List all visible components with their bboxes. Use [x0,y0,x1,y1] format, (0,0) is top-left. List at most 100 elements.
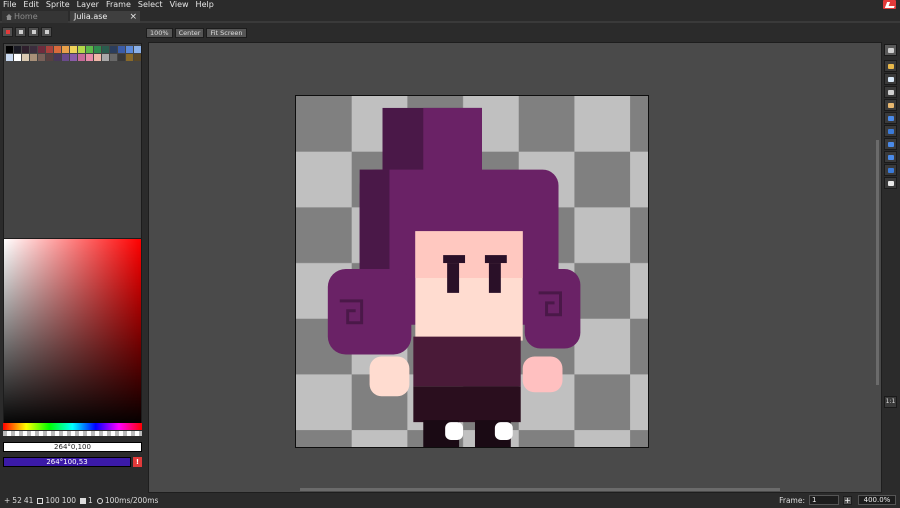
palette-swatch[interactable] [46,54,53,61]
body [413,336,521,387]
add-frame-button[interactable]: + [843,495,852,505]
palette-swatch[interactable] [70,46,77,53]
editor-toolbar: 100% Center Fit Screen [146,28,247,38]
palette-swatch[interactable] [22,46,29,53]
menu-view[interactable]: View [167,0,193,10]
palette-swatch[interactable] [118,54,125,61]
palette-swatch[interactable] [6,54,13,61]
background-color-field[interactable]: 264°100,53 [3,457,131,467]
palette-swatch[interactable] [94,46,101,53]
aseprite-logo-icon[interactable] [883,0,896,9]
horizontal-scrollbar[interactable] [300,488,780,491]
blur-icon[interactable] [884,177,897,189]
palette-swatch[interactable] [94,54,101,61]
line-icon[interactable] [884,138,897,150]
palette-swatches [6,46,141,61]
tab-julia-ase[interactable]: Julia.ase × [70,11,140,23]
eraser-icon[interactable] [884,73,897,85]
palette-swatch[interactable] [46,46,53,53]
fit-screen-button[interactable]: Fit Screen [206,28,247,38]
frame-icon [80,497,87,504]
zoom-100-button[interactable]: 100% [146,28,173,38]
left-curl [327,269,412,355]
frame-label: Frame: [779,495,805,505]
sprite-height: 100 [61,496,77,505]
palette-swatch[interactable] [38,46,45,53]
palette-swatch[interactable] [6,46,13,53]
alpha-slider[interactable] [3,431,142,436]
palette-swatch[interactable] [86,54,93,61]
tab-home[interactable]: Home [2,11,68,23]
frame-input[interactable]: 1 [809,495,839,505]
menu-select[interactable]: Select [135,0,167,10]
palette-swatch[interactable] [134,54,141,61]
zoom-level-field[interactable]: 400.0% [858,495,896,505]
palette-swatch[interactable] [78,46,85,53]
palette-swatch[interactable] [110,54,117,61]
palette-swatch[interactable] [54,54,61,61]
cursor-x: 52 [12,496,22,505]
warning-icon[interactable]: ! [133,457,142,467]
frame-number: 1 [88,496,93,505]
tab-bar: Home Julia.ase × [0,10,900,23]
pencil-icon[interactable] [884,60,897,72]
close-icon[interactable]: × [129,11,137,23]
palette-swatch[interactable] [54,46,61,53]
palette-swatch[interactable] [134,46,141,53]
sprite-canvas[interactable] [295,95,649,448]
lock-icon[interactable] [2,27,13,37]
palette-swatch[interactable] [30,46,37,53]
eyedropper-icon[interactable] [884,86,897,98]
paint-bucket-icon[interactable] [884,125,897,137]
palette-swatch[interactable] [126,46,133,53]
color-spectrum[interactable] [3,238,142,428]
document-icon[interactable] [28,27,39,37]
menu-layer[interactable]: Layer [74,0,103,10]
palette-swatch[interactable] [110,46,117,53]
menu-icon[interactable] [41,27,52,37]
center-button[interactable]: Center [174,28,205,38]
rectangular-marquee-icon[interactable] [884,44,897,56]
palette-swatch[interactable] [14,54,21,61]
palette-swatch[interactable] [22,54,29,61]
move-icon[interactable] [884,112,897,124]
hue-slider[interactable] [3,423,142,430]
menu-edit[interactable]: Edit [20,0,43,10]
sprite-width: 100 [45,496,60,505]
palette-swatch[interactable] [30,54,37,61]
vertical-scrollbar[interactable] [876,140,879,385]
palette-swatch[interactable] [70,54,77,61]
menu-help[interactable]: Help [193,0,218,10]
right-curl [524,269,581,349]
left-hand [369,356,410,397]
menu-sprite[interactable]: Sprite [43,0,74,10]
hand-icon[interactable] [884,99,897,111]
crosshair-icon: + [4,496,11,505]
arrow-down-icon[interactable] [15,27,26,37]
palette-swatch[interactable] [118,46,125,53]
menu-frame[interactable]: Frame [103,0,135,10]
palette-swatch[interactable] [126,54,133,61]
zoom-1-1-button[interactable]: 1:1 [884,396,897,408]
sprite-editor[interactable] [148,42,882,493]
menu-bar: File Edit Sprite Layer Frame Select View… [0,0,900,10]
palette-swatch[interactable] [38,54,45,61]
frame-control: Frame: 1 + [779,495,852,505]
palette-swatch[interactable] [86,46,93,53]
palette-swatch[interactable] [102,54,109,61]
contour-icon[interactable] [884,164,897,176]
selection-size-icon [37,497,44,504]
cursor-y: 41 [23,496,34,505]
tab-file-label: Julia.ase [74,12,108,21]
palette-swatch[interactable] [62,46,69,53]
rectangle-icon[interactable] [884,151,897,163]
foreground-color-field[interactable]: 264°0,100 [3,442,142,452]
palette-swatch[interactable] [102,46,109,53]
palette-swatch[interactable] [14,46,21,53]
palette-swatch[interactable] [62,54,69,61]
menu-file[interactable]: File [0,0,20,10]
tool-bar [884,44,898,190]
frame-duration: 100ms/200ms [104,496,159,505]
palette-swatch[interactable] [78,54,85,61]
tab-home-label: Home [14,12,38,21]
